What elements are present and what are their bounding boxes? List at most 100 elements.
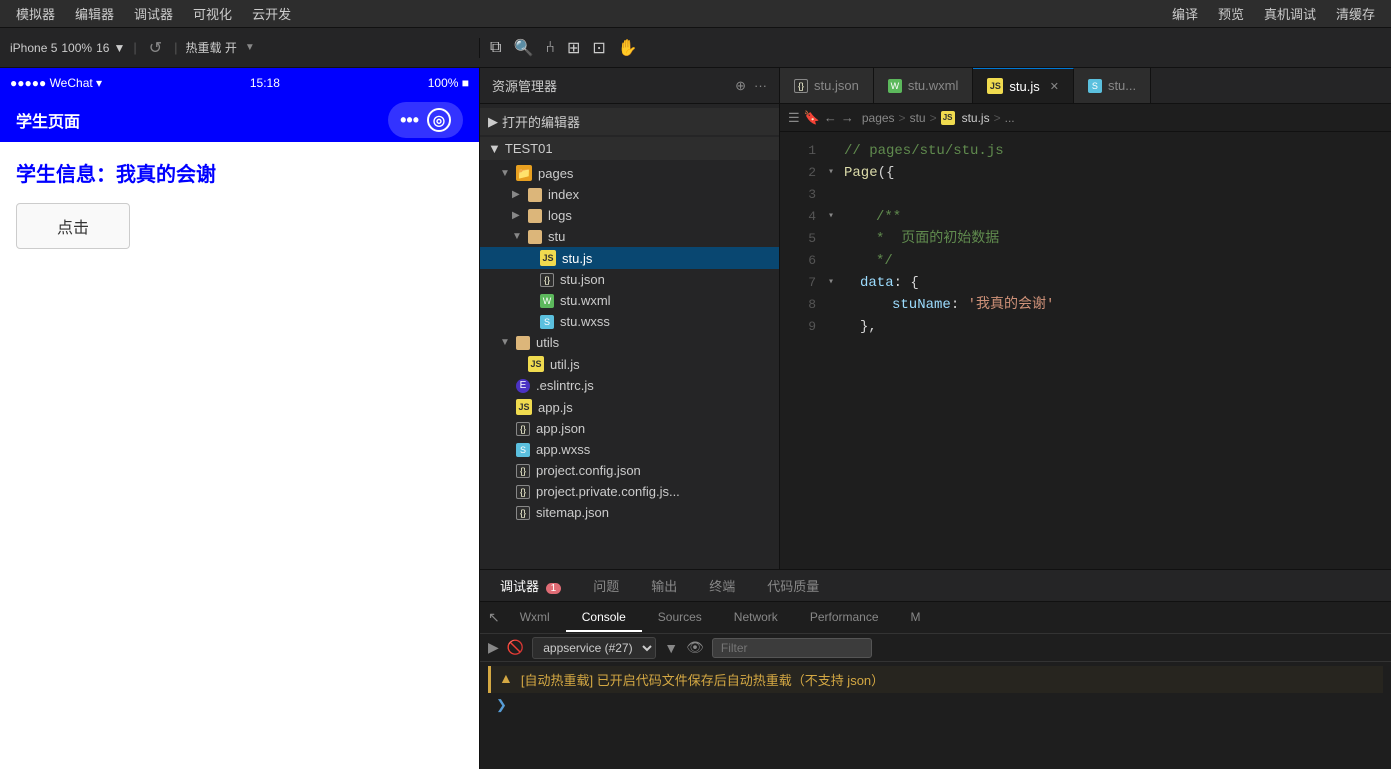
tree-item-util-js[interactable]: JS util.js	[480, 353, 779, 375]
student-info-text: 学生信息：我真的会谢	[16, 158, 463, 187]
tree-item-stu-wxss[interactable]: S stu.wxss	[480, 311, 779, 332]
hand-icon[interactable]: ✋	[618, 38, 638, 58]
menu-simulator[interactable]: 模拟器	[16, 4, 55, 23]
tab-stu-js[interactable]: JS stu.js ✕	[973, 68, 1074, 103]
menu-visual[interactable]: 可视化	[193, 4, 232, 23]
code-line-6: 6 */	[780, 250, 1391, 272]
tree-item-app-js[interactable]: JS app.js	[480, 396, 779, 418]
json-icon: {}	[516, 485, 530, 499]
chevron-down-icon2[interactable]: ▼	[245, 42, 255, 53]
tree-item-utils[interactable]: ▼ utils	[480, 332, 779, 353]
wxss-icon: S	[540, 315, 554, 329]
device-zoom: 100%	[61, 41, 92, 55]
separator: |	[133, 40, 136, 55]
tree-arrow: ▶	[512, 189, 522, 200]
forward-icon[interactable]: →	[841, 110, 854, 125]
filter-input[interactable]	[712, 638, 872, 658]
tree-item-sitemap[interactable]: {} sitemap.json	[480, 502, 779, 523]
tab-label: stu.js	[1009, 79, 1039, 94]
menu-compile[interactable]: 编译	[1172, 4, 1198, 23]
device-selector[interactable]: iPhone 5 100% 16 ▼	[10, 41, 125, 55]
tree-item-app-wxss[interactable]: S app.wxss	[480, 439, 779, 460]
debug-tab-codequality[interactable]: 代码质量	[759, 572, 827, 599]
main-area: ●●●●● WeChat ▾ 15:18 100% ■ 学生页面 ••• ◎ 学…	[0, 68, 1391, 769]
new-file-icon[interactable]: ⊕	[735, 78, 746, 94]
git-icon[interactable]: ⑃	[545, 39, 555, 57]
click-button[interactable]: 点击	[16, 203, 130, 249]
nav-title: 学生页面	[16, 108, 80, 132]
chrome-tab-sources[interactable]: Sources	[642, 604, 718, 632]
tree-item-project-private[interactable]: {} project.private.config.js...	[480, 481, 779, 502]
debug-content: ▲ [自动热重载] 已开启代码文件保存后自动热重载（不支持 json） ❯	[480, 662, 1391, 769]
reload-icon[interactable]: ↺	[149, 38, 162, 58]
file-panel-actions: ⊕ ···	[735, 78, 767, 94]
chrome-tab-performance[interactable]: Performance	[794, 604, 895, 632]
debug-tab-output[interactable]: 输出	[643, 572, 685, 599]
console-arrow[interactable]: ❯	[488, 693, 1383, 717]
tree-arrow: ▼	[500, 337, 510, 348]
menu-editor[interactable]: 编辑器	[75, 4, 114, 23]
debug-tab-issues[interactable]: 问题	[585, 572, 627, 599]
device-name: iPhone 5	[10, 41, 57, 55]
debug-tab-label: 调试器	[500, 579, 539, 594]
bookmark-icon[interactable]: 🔖	[804, 110, 820, 126]
file-panel-title: 资源管理器	[492, 76, 557, 95]
layout-icon[interactable]: ⊞	[567, 38, 580, 58]
list-view-icon[interactable]: ☰	[788, 110, 800, 126]
chrome-tab-network[interactable]: Network	[718, 604, 794, 632]
toolbar: iPhone 5 100% 16 ▼ | ↺ | 热重载 开 ▼ ⧉ 🔍 ⑃ ⊞…	[0, 28, 1391, 68]
js-tab-icon: JS	[987, 78, 1003, 94]
debug-tab-terminal[interactable]: 终端	[701, 572, 743, 599]
chevron-down-icon[interactable]: ▼	[113, 41, 125, 55]
section-test01[interactable]: ▼ TEST01	[480, 137, 779, 160]
close-icon[interactable]: ✕	[1050, 80, 1059, 93]
toolbar-right: ⧉ 🔍 ⑃ ⊞ ⊡ ✋	[480, 38, 1391, 58]
menu-device-debug[interactable]: 真机调试	[1264, 4, 1316, 23]
eye-icon[interactable]: 👁	[686, 639, 704, 656]
tab-stu-wxml[interactable]: W stu.wxml	[874, 68, 974, 103]
chrome-tab-more[interactable]: M	[895, 604, 937, 632]
menu-cloud[interactable]: 云开发	[252, 4, 291, 23]
copy-icon[interactable]: ⧉	[490, 39, 501, 57]
tree-item-stu-wxml[interactable]: W stu.wxml	[480, 290, 779, 311]
tree-item-project-config[interactable]: {} project.config.json	[480, 460, 779, 481]
tree-item-pages[interactable]: ▼ 📁 pages	[480, 162, 779, 184]
toolbar-left: iPhone 5 100% 16 ▼ | ↺ | 热重载 开 ▼	[0, 38, 480, 58]
search-icon[interactable]: 🔍	[513, 38, 533, 58]
tree-item-app-json[interactable]: {} app.json	[480, 418, 779, 439]
menu-preview[interactable]: 预览	[1218, 4, 1244, 23]
tree-item-stu[interactable]: ▼ stu	[480, 226, 779, 247]
chrome-tab-console[interactable]: Console	[566, 604, 642, 632]
play-icon[interactable]: ▶	[488, 639, 499, 656]
cursor-icon[interactable]: ↖	[488, 609, 500, 626]
tree-item-logs[interactable]: ▶ logs	[480, 205, 779, 226]
top-menu-bar: 模拟器 编辑器 调试器 可视化 云开发 编译 预览 真机调试 清缓存	[0, 0, 1391, 28]
section-open-editors[interactable]: ▶ 打开的编辑器	[480, 108, 779, 135]
tab-stu-json[interactable]: {} stu.json	[780, 68, 874, 103]
section-label: 打开的编辑器	[502, 112, 580, 131]
section-arrow: ▼	[488, 141, 501, 156]
nav-toggle-button[interactable]: ••• ◎	[388, 102, 463, 138]
menu-debugger[interactable]: 调试器	[134, 4, 173, 23]
phone-frame: ●●●●● WeChat ▾ 15:18 100% ■ 学生页面 ••• ◎ 学…	[0, 68, 479, 769]
chevron-down-icon[interactable]: ▼	[664, 640, 678, 656]
menu-clear-cache[interactable]: 清缓存	[1336, 4, 1375, 23]
tree-item-stu-js[interactable]: JS stu.js	[480, 247, 779, 269]
block-icon[interactable]: 🚫	[507, 639, 524, 656]
tree-label: stu	[548, 229, 565, 244]
service-select[interactable]: appservice (#27)	[532, 637, 656, 659]
breadcrumb: pages > stu > JS stu.js > ...	[862, 111, 1015, 125]
hotreload-toggle[interactable]: 热重载 开	[186, 39, 237, 56]
debug-tab-debugger[interactable]: 调试器 1	[492, 572, 569, 599]
code-line-8: 8 stuName: '我真的会谢'	[780, 294, 1391, 316]
js-icon: JS	[528, 356, 544, 372]
tree-arrow: ▶	[512, 210, 522, 221]
chrome-tab-wxml[interactable]: Wxml	[504, 604, 566, 632]
back-icon[interactable]: ←	[824, 110, 837, 125]
more-icon[interactable]: ···	[754, 78, 767, 94]
grid-icon[interactable]: ⊡	[592, 38, 605, 58]
tree-item-index[interactable]: ▶ index	[480, 184, 779, 205]
tree-item-eslint[interactable]: E .eslintrc.js	[480, 375, 779, 396]
tree-item-stu-json[interactable]: {} stu.json	[480, 269, 779, 290]
tab-stu-wxss[interactable]: S stu...	[1074, 68, 1151, 103]
